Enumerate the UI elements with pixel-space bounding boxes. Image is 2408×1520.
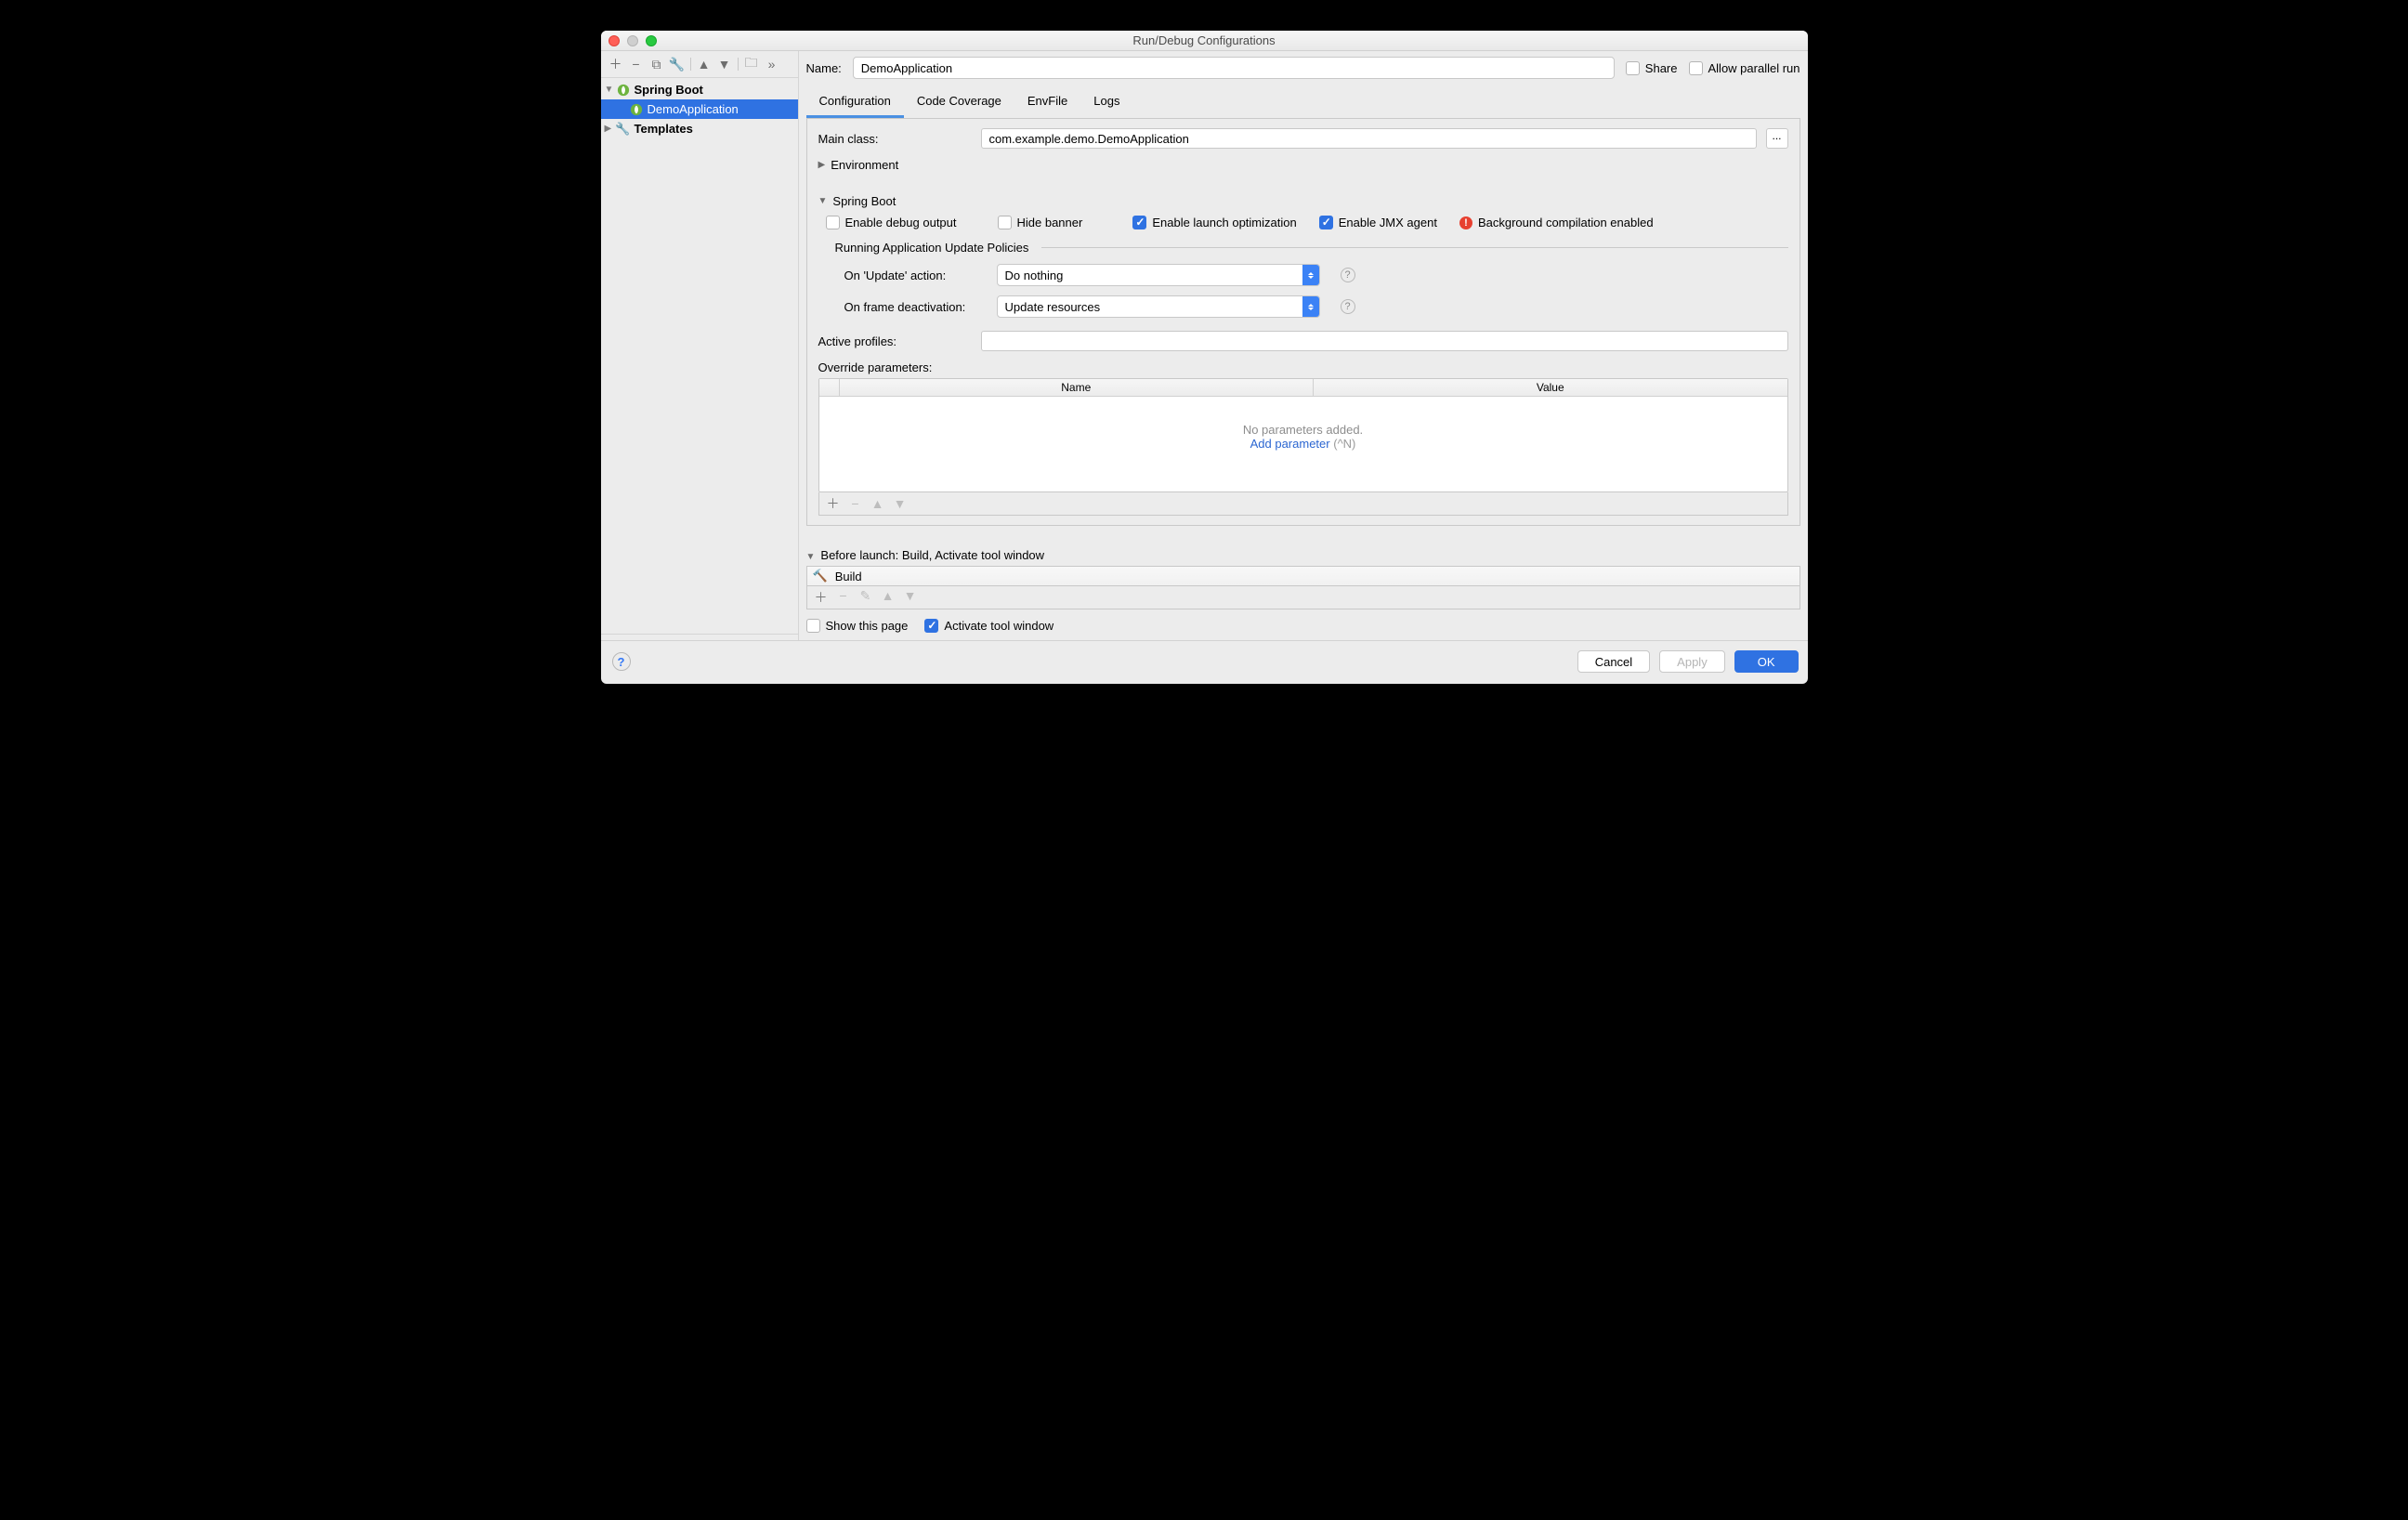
dropdown-caret-icon — [1302, 265, 1319, 285]
move-down-icon[interactable]: ▼ — [894, 496, 907, 511]
configuration-panel: Main class: ... Environment Spring Boot … — [806, 119, 1800, 526]
bg-compile-warning: ! Background compilation enabled — [1459, 216, 1654, 229]
ok-button[interactable]: OK — [1734, 650, 1799, 673]
on-update-label: On 'Update' action: — [844, 269, 984, 282]
enable-debug-checkbox[interactable]: Enable debug output — [826, 216, 957, 229]
section-label: Spring Boot — [832, 194, 896, 208]
sidebar: ＋ − ⧉ 🔧 ▲ ▼ 🗀 » ▼ Spring Boot — [601, 51, 799, 640]
tree-node-templates[interactable]: ▶ 🔧 Templates — [601, 119, 798, 138]
col-value[interactable]: Value — [1314, 379, 1787, 396]
tab-logs[interactable]: Logs — [1080, 88, 1132, 118]
hide-banner-checkbox[interactable]: Hide banner — [998, 216, 1083, 229]
override-params-toolbar: ＋ − ▲ ▼ — [818, 492, 1788, 516]
chevron-down-icon — [818, 196, 828, 206]
active-profiles-input[interactable] — [981, 331, 1788, 351]
move-up-icon[interactable]: ▲ — [697, 57, 712, 72]
move-down-icon[interactable]: ▼ — [904, 588, 917, 607]
main-panel: Name: Share Allow parallel run Configura… — [799, 51, 1808, 640]
cancel-button[interactable]: Cancel — [1577, 650, 1650, 673]
main-class-label: Main class: — [818, 132, 972, 146]
activate-tool-window-checkbox[interactable]: Activate tool window — [924, 619, 1054, 633]
run-config-tree[interactable]: ▼ Spring Boot DemoApplication ▶ 🔧 Templa… — [601, 77, 798, 635]
add-parameter-link[interactable]: Add parameter — [1250, 437, 1330, 451]
help-icon[interactable]: ? — [1341, 299, 1355, 314]
tree-node-label: Templates — [635, 122, 693, 136]
dialog-window: Run/Debug Configurations ＋ − ⧉ 🔧 ▲ ▼ 🗀 »… — [601, 31, 1808, 684]
share-label: Share — [1645, 61, 1678, 75]
tree-node-spring-boot[interactable]: ▼ Spring Boot — [601, 80, 798, 99]
add-icon[interactable]: ＋ — [827, 494, 840, 513]
tree-item-label: DemoApplication — [648, 102, 739, 116]
parallel-checkbox-input[interactable] — [1689, 61, 1703, 75]
parallel-label: Allow parallel run — [1708, 61, 1800, 75]
wrench-icon: 🔧 — [616, 122, 631, 137]
before-launch-toolbar: ＋ − ✎ ▲ ▼ — [806, 586, 1800, 609]
minimize-icon[interactable] — [627, 35, 638, 46]
update-policies-title: Running Application Update Policies — [835, 241, 1788, 255]
chevron-down-icon — [806, 548, 816, 562]
move-up-icon[interactable]: ▲ — [882, 588, 895, 607]
maximize-icon[interactable] — [646, 35, 657, 46]
main-class-input[interactable] — [981, 128, 1757, 149]
sidebar-toolbar: ＋ − ⧉ 🔧 ▲ ▼ 🗀 » — [601, 57, 798, 77]
expand-icon[interactable]: » — [765, 57, 779, 72]
browse-main-class-button[interactable]: ... — [1766, 128, 1788, 149]
enable-launch-optimization-checkbox[interactable]: Enable launch optimization — [1132, 216, 1296, 229]
remove-icon[interactable]: − — [849, 496, 862, 511]
before-launch-section: Before launch: Build, Activate tool wind… — [806, 548, 1800, 633]
copy-icon[interactable]: ⧉ — [649, 57, 664, 72]
remove-icon[interactable]: − — [629, 57, 644, 72]
override-params-table: Name Value No parameters added. Add para… — [818, 378, 1788, 492]
move-down-icon[interactable]: ▼ — [717, 57, 732, 72]
help-icon[interactable]: ? — [1341, 268, 1355, 282]
before-launch-item-build[interactable]: 🔨 Build — [807, 567, 1799, 585]
active-profiles-label: Active profiles: — [818, 334, 972, 348]
edit-icon[interactable]: ✎ — [859, 588, 872, 607]
wrench-icon[interactable]: 🔧 — [670, 57, 685, 72]
spring-boot-icon — [616, 83, 631, 98]
window-title: Run/Debug Configurations — [601, 33, 1808, 47]
section-label: Environment — [831, 158, 898, 172]
on-update-select[interactable]: Do nothing — [997, 264, 1320, 286]
tree-item-demoapplication[interactable]: DemoApplication — [601, 99, 798, 119]
name-label: Name: — [806, 61, 842, 75]
section-environment[interactable]: Environment — [818, 158, 1788, 172]
before-launch-header[interactable]: Before launch: Build, Activate tool wind… — [806, 548, 1800, 562]
before-launch-list[interactable]: 🔨 Build — [806, 566, 1800, 586]
tabs: Configuration Code Coverage EnvFile Logs — [806, 88, 1800, 119]
section-spring-boot[interactable]: Spring Boot — [818, 194, 1788, 208]
chevron-right-icon — [818, 160, 826, 170]
apply-button[interactable]: Apply — [1659, 650, 1725, 673]
show-this-page-checkbox[interactable]: Show this page — [806, 619, 909, 633]
tree-node-label: Spring Boot — [635, 83, 703, 97]
dropdown-caret-icon — [1302, 296, 1319, 317]
titlebar[interactable]: Run/Debug Configurations — [601, 31, 1808, 51]
move-up-icon[interactable]: ▲ — [871, 496, 884, 511]
add-parameter-shortcut: (^N) — [1333, 437, 1355, 451]
build-icon: 🔨 — [813, 569, 828, 583]
override-params-label: Override parameters: — [818, 360, 1788, 374]
help-button[interactable]: ? — [612, 652, 631, 671]
add-icon[interactable]: ＋ — [609, 57, 623, 72]
share-checkbox-input[interactable] — [1626, 61, 1640, 75]
folder-icon[interactable]: 🗀 — [744, 57, 759, 72]
remove-icon[interactable]: − — [837, 588, 850, 607]
dialog-footer: ? Cancel Apply OK — [601, 640, 1808, 684]
enable-jmx-checkbox[interactable]: Enable JMX agent — [1319, 216, 1437, 229]
tab-envfile[interactable]: EnvFile — [1014, 88, 1080, 118]
share-checkbox[interactable]: Share — [1626, 61, 1678, 75]
parallel-checkbox[interactable]: Allow parallel run — [1689, 61, 1800, 75]
on-frame-select[interactable]: Update resources — [997, 295, 1320, 318]
name-input[interactable] — [853, 57, 1615, 79]
add-icon[interactable]: ＋ — [815, 588, 828, 607]
close-icon[interactable] — [609, 35, 620, 46]
spring-boot-icon — [629, 102, 644, 117]
on-frame-label: On frame deactivation: — [844, 300, 984, 314]
warning-icon: ! — [1459, 216, 1472, 229]
tab-configuration[interactable]: Configuration — [806, 88, 904, 118]
tab-code-coverage[interactable]: Code Coverage — [904, 88, 1014, 118]
params-empty-state: No parameters added. Add parameter (^N) — [819, 397, 1787, 491]
col-name[interactable]: Name — [840, 379, 1315, 396]
